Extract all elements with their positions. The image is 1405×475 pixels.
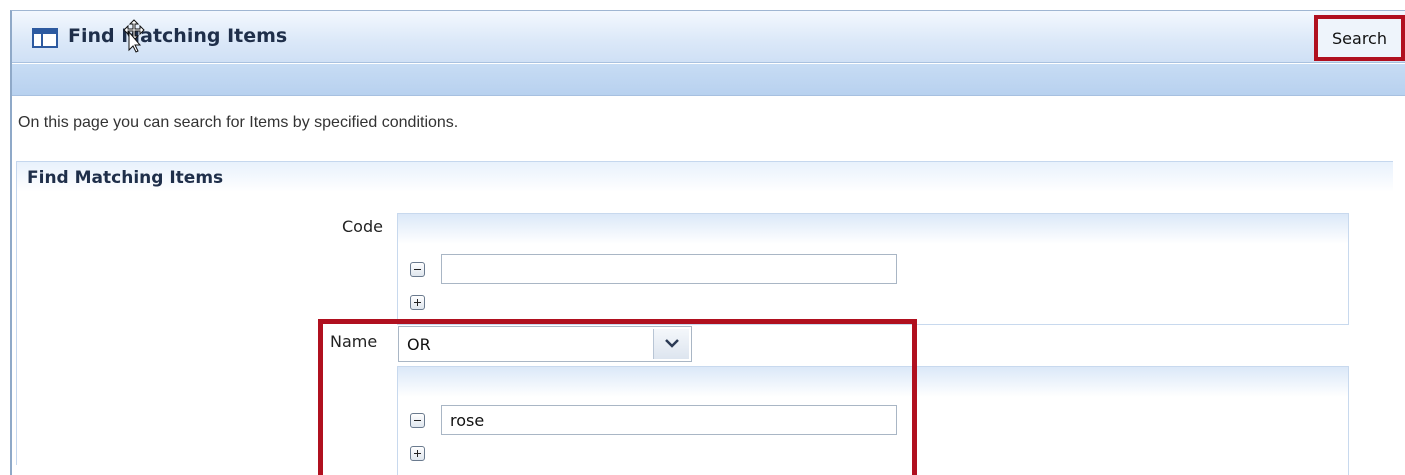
section-title: Find Matching Items: [27, 168, 224, 188]
plus-icon: [417, 450, 418, 457]
title-bar: Find Matching Items Search: [12, 11, 1405, 63]
name-remove-value-button[interactable]: [410, 413, 425, 428]
code-value-input[interactable]: [441, 254, 897, 284]
page-description: On this page you can search for Items by…: [18, 114, 459, 131]
minus-icon: [414, 269, 421, 270]
section-header: Find Matching Items: [17, 162, 1393, 192]
name-operator-value: OR: [407, 335, 431, 354]
name-add-value-button[interactable]: [410, 446, 425, 461]
search-button[interactable]: Search: [1314, 15, 1405, 61]
chevron-down-icon[interactable]: [653, 329, 689, 359]
move-cursor-icon: [123, 19, 145, 53]
name-field-label: Name: [330, 332, 378, 351]
plus-icon: [417, 299, 418, 306]
window-icon: [32, 28, 58, 48]
minus-icon: [414, 420, 421, 421]
toolbar-strip: [12, 64, 1405, 96]
name-operator-select[interactable]: OR: [398, 326, 692, 362]
code-add-value-button[interactable]: [410, 295, 425, 310]
code-field-label: Code: [342, 217, 383, 236]
search-button-label: Search: [1332, 29, 1387, 48]
code-remove-value-button[interactable]: [410, 262, 425, 277]
name-value-input[interactable]: [441, 405, 897, 435]
page-title: Find Matching Items: [68, 25, 288, 47]
